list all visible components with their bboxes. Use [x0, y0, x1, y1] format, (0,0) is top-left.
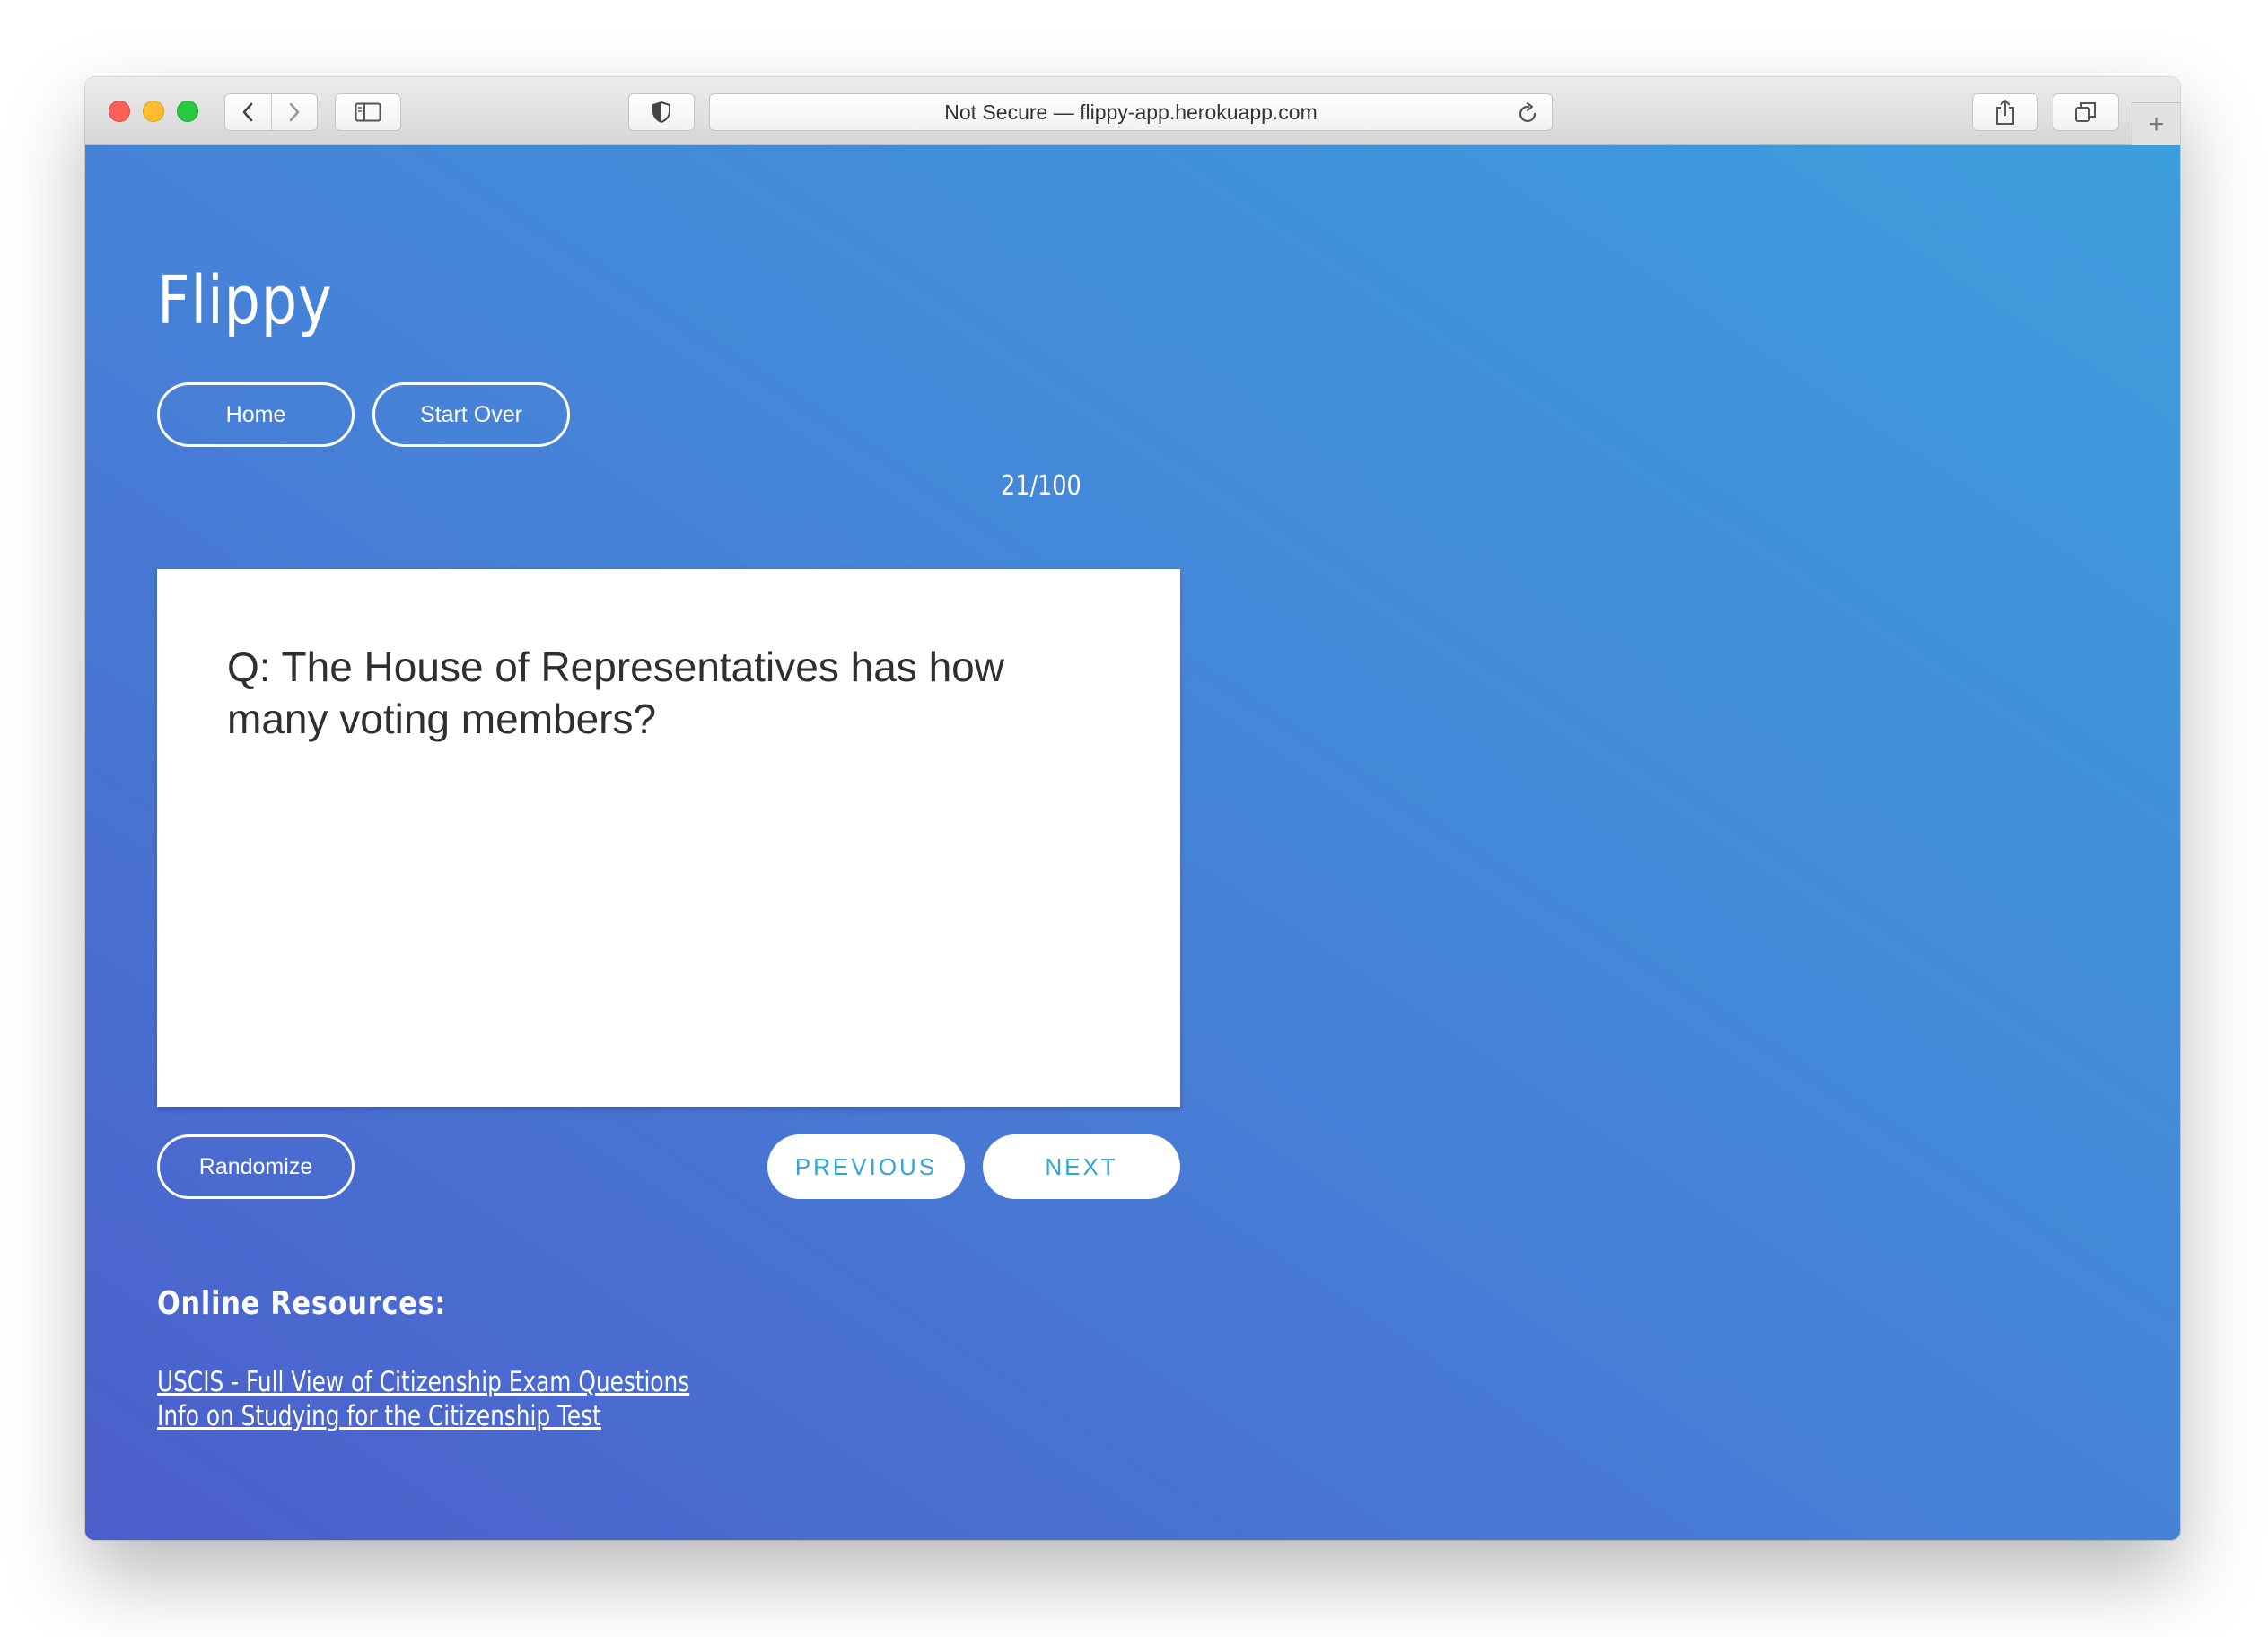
history-nav-group: [224, 93, 318, 131]
page-content: Flippy Home Start Over 21/100 Q: The Hou…: [85, 145, 2180, 1540]
share-icon: [1996, 100, 2014, 125]
sidebar-toggle-button[interactable]: [335, 93, 401, 131]
chevron-left-icon: [242, 102, 253, 122]
reload-icon[interactable]: [1518, 101, 1539, 125]
card-counter: 21/100: [1001, 470, 1081, 502]
uscis-questions-link[interactable]: USCIS - Full View of Citizenship Exam Qu…: [157, 1366, 689, 1398]
tab-overview-button[interactable]: [2053, 93, 2119, 131]
new-tab-button[interactable]: +: [2132, 102, 2180, 145]
close-window-button[interactable]: [109, 101, 130, 122]
address-bar[interactable]: Not Secure — flippy-app.herokuapp.com: [709, 93, 1553, 131]
browser-toolbar: Not Secure — flippy-app.herokuapp.com +: [85, 77, 2180, 145]
home-button[interactable]: Home: [157, 382, 355, 447]
address-bar-text: Not Secure — flippy-app.herokuapp.com: [944, 100, 1318, 124]
resources-heading: Online Resources:: [157, 1285, 447, 1322]
forward-button[interactable]: [270, 94, 318, 130]
share-button[interactable]: [1972, 93, 2038, 131]
sidebar-icon: [355, 102, 381, 122]
back-button[interactable]: [225, 94, 271, 130]
zoom-window-button[interactable]: [177, 101, 198, 122]
flashcard-question: Q: The House of Representatives has how …: [227, 643, 1004, 742]
start-over-button[interactable]: Start Over: [372, 382, 570, 447]
browser-window: Not Secure — flippy-app.herokuapp.com +: [85, 77, 2180, 1540]
plus-icon: +: [2148, 109, 2165, 139]
next-button[interactable]: NEXT: [983, 1134, 1180, 1199]
study-info-link[interactable]: Info on Studying for the Citizenship Tes…: [157, 1400, 601, 1432]
privacy-report-button[interactable]: [628, 93, 695, 131]
shield-icon: [652, 101, 670, 124]
minimize-window-button[interactable]: [143, 101, 164, 122]
app-title: Flippy: [157, 262, 333, 339]
flashcard[interactable]: Q: The House of Representatives has how …: [157, 569, 1180, 1107]
randomize-button[interactable]: Randomize: [157, 1134, 355, 1199]
chevron-right-icon: [289, 102, 300, 122]
previous-button[interactable]: PREVIOUS: [767, 1134, 965, 1199]
tabs-icon: [2075, 102, 2096, 122]
